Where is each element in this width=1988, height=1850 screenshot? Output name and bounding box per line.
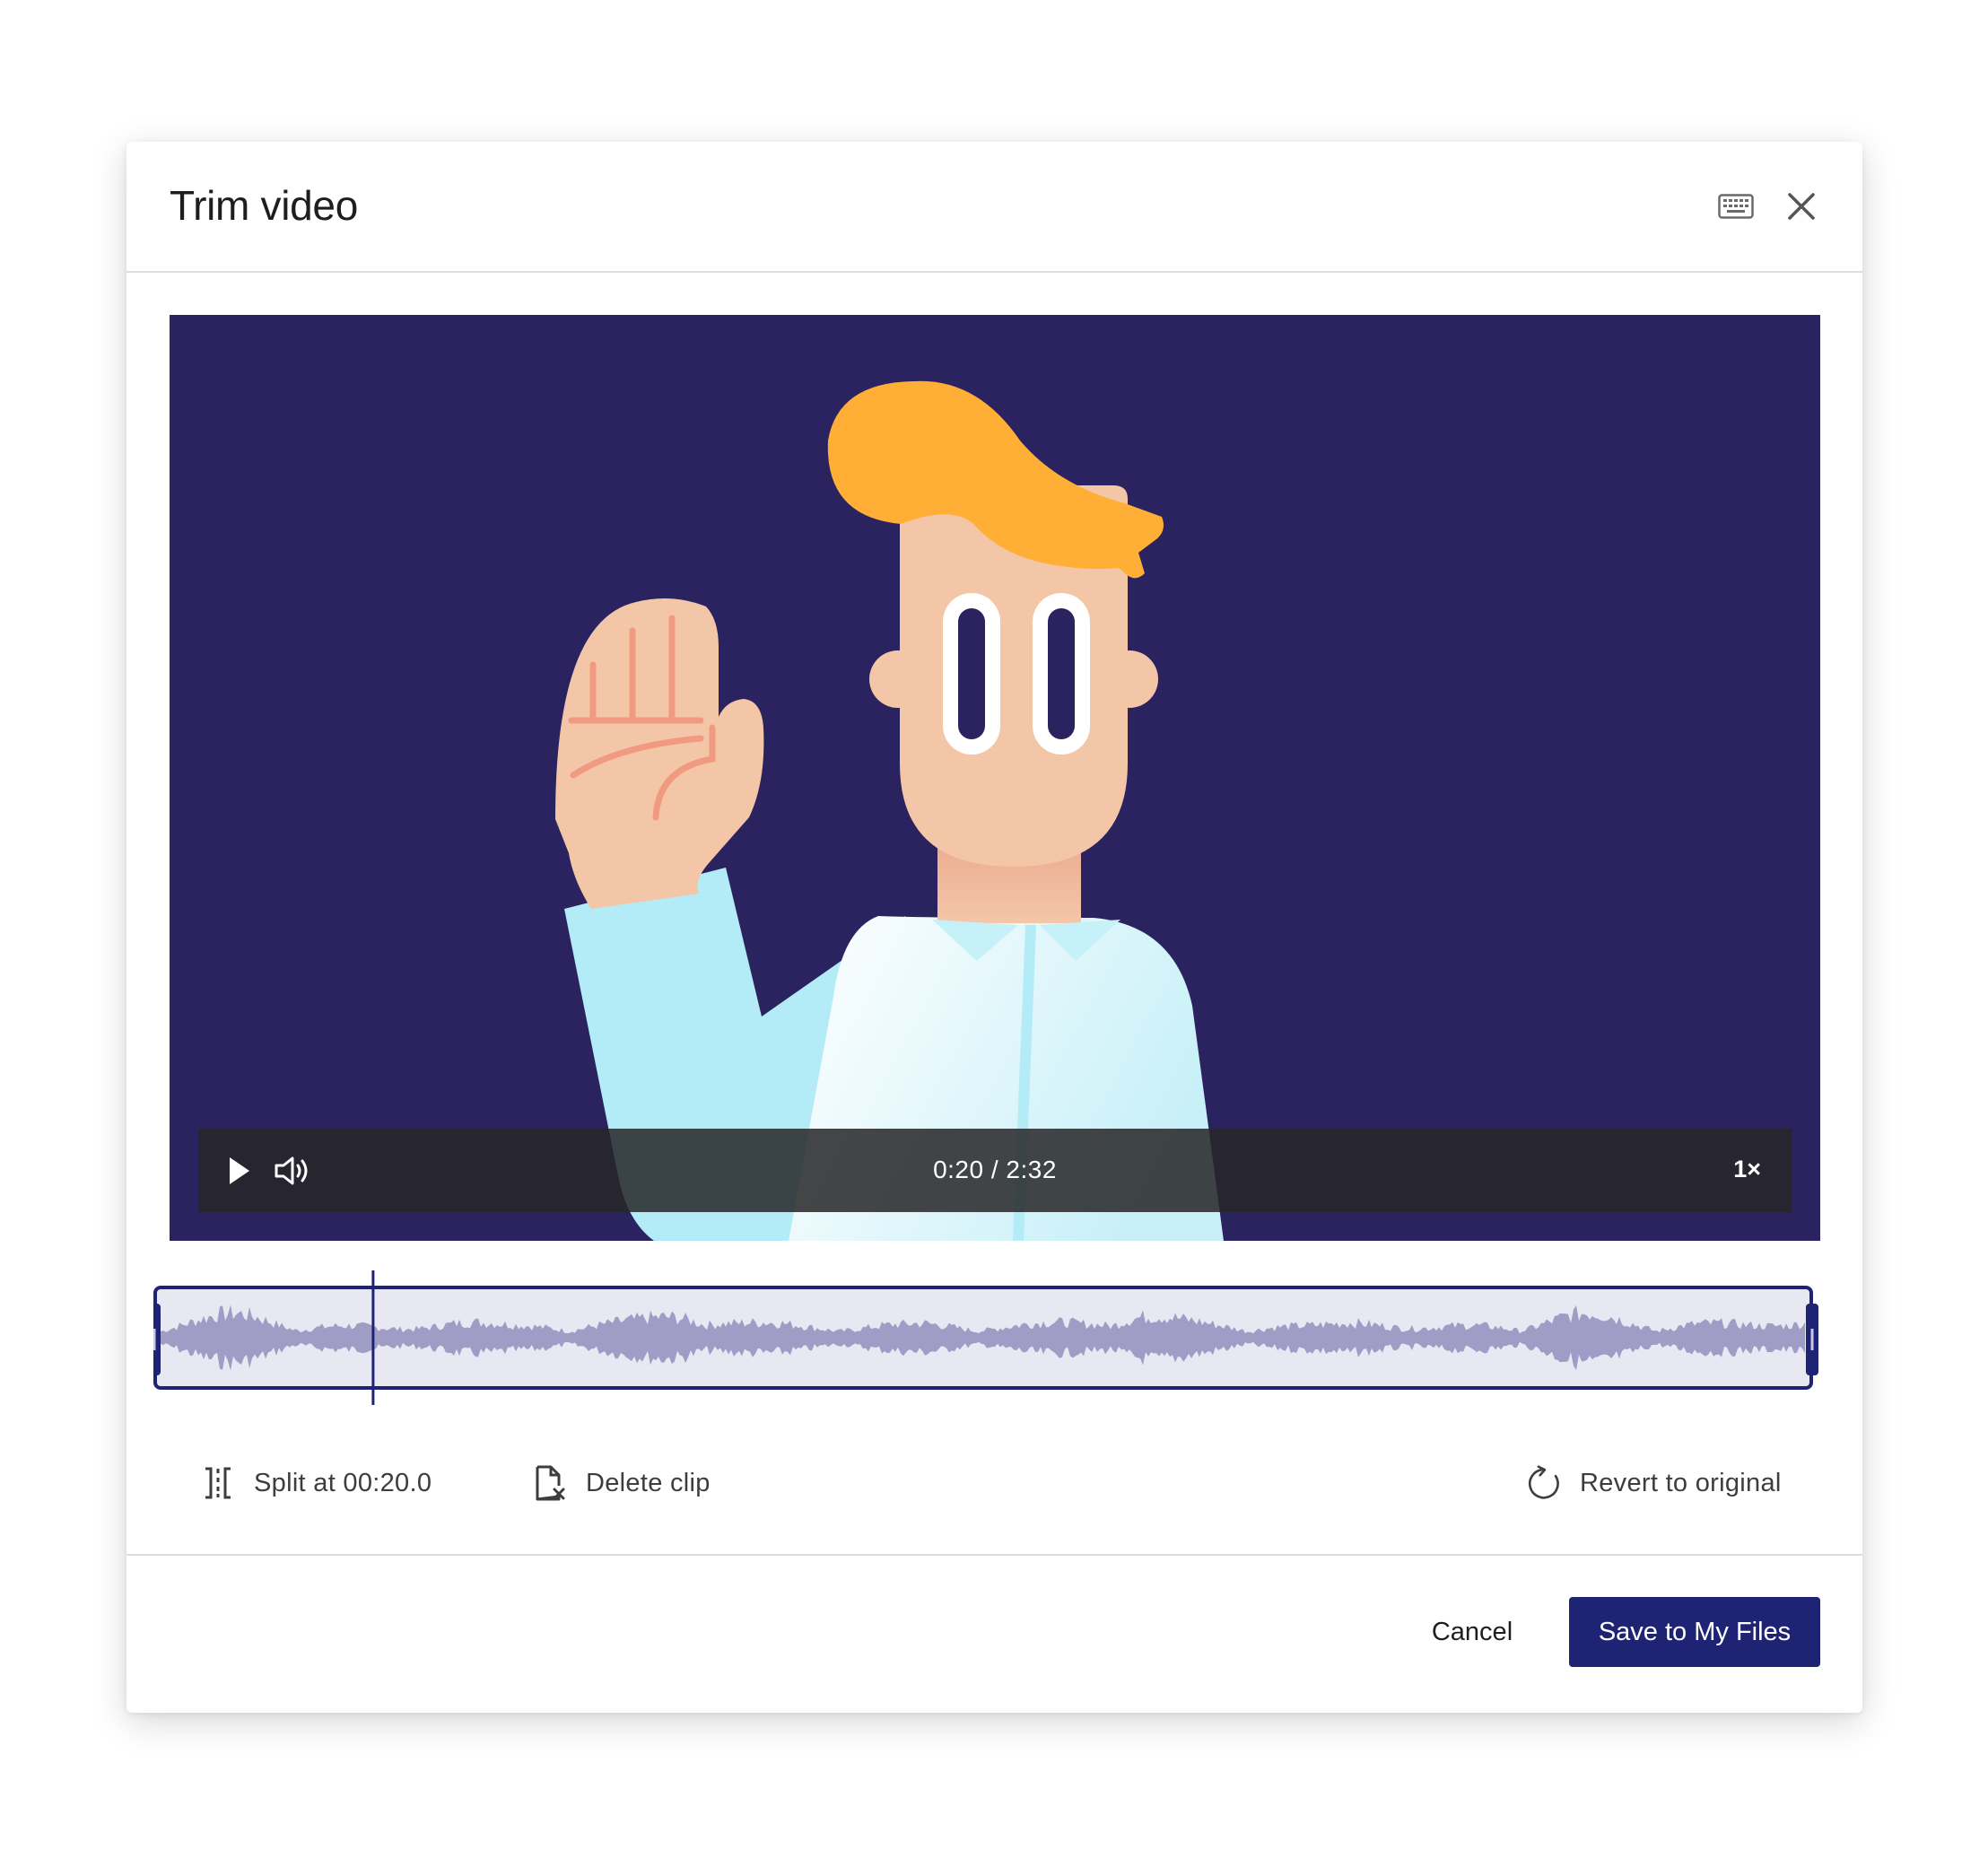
clip-tools: Split at 00:20.0 Delete clip Revert to o…	[126, 1447, 1862, 1519]
dialog-header: Trim video	[126, 142, 1862, 273]
close-icon	[1788, 193, 1815, 220]
keyboard-shortcuts-button[interactable]	[1716, 187, 1756, 226]
trim-timeline[interactable]	[153, 1269, 1835, 1412]
video-controls-bar: 0:20 / 2:32 1×	[198, 1129, 1792, 1212]
revert-button[interactable]: Revert to original	[1526, 1447, 1782, 1519]
save-to-my-files-button[interactable]: Save to My Files	[1569, 1597, 1820, 1667]
close-button[interactable]	[1782, 187, 1821, 226]
time-display: 0:20 / 2:32	[933, 1156, 1057, 1183]
right-trim-handle[interactable]	[1806, 1304, 1818, 1375]
keyboard-icon	[1718, 194, 1754, 219]
video-frame-illustration	[555, 380, 1224, 1241]
delete-label: Delete clip	[586, 1468, 711, 1497]
cancel-button[interactable]: Cancel	[1409, 1597, 1535, 1667]
trim-video-dialog: Trim video 0:20 / 2:32 1× Split at 00:20…	[126, 142, 1862, 1713]
revert-label: Revert to original	[1580, 1468, 1782, 1497]
delete-file-icon	[532, 1463, 568, 1503]
delete-clip-button[interactable]: Delete clip	[532, 1447, 711, 1519]
playback-speed-button[interactable]: 1×	[1733, 1156, 1761, 1183]
dialog-footer: Cancel Save to My Files	[126, 1554, 1862, 1713]
waveform-track[interactable]	[153, 1269, 1835, 1412]
split-icon	[200, 1463, 236, 1503]
split-clip-button[interactable]: Split at 00:20.0	[200, 1447, 432, 1519]
split-label: Split at 00:20.0	[254, 1468, 432, 1497]
video-preview[interactable]: 0:20 / 2:32 1×	[170, 315, 1820, 1241]
left-trim-handle[interactable]	[153, 1304, 161, 1375]
dialog-title: Trim video	[170, 182, 358, 229]
revert-icon	[1526, 1463, 1562, 1503]
